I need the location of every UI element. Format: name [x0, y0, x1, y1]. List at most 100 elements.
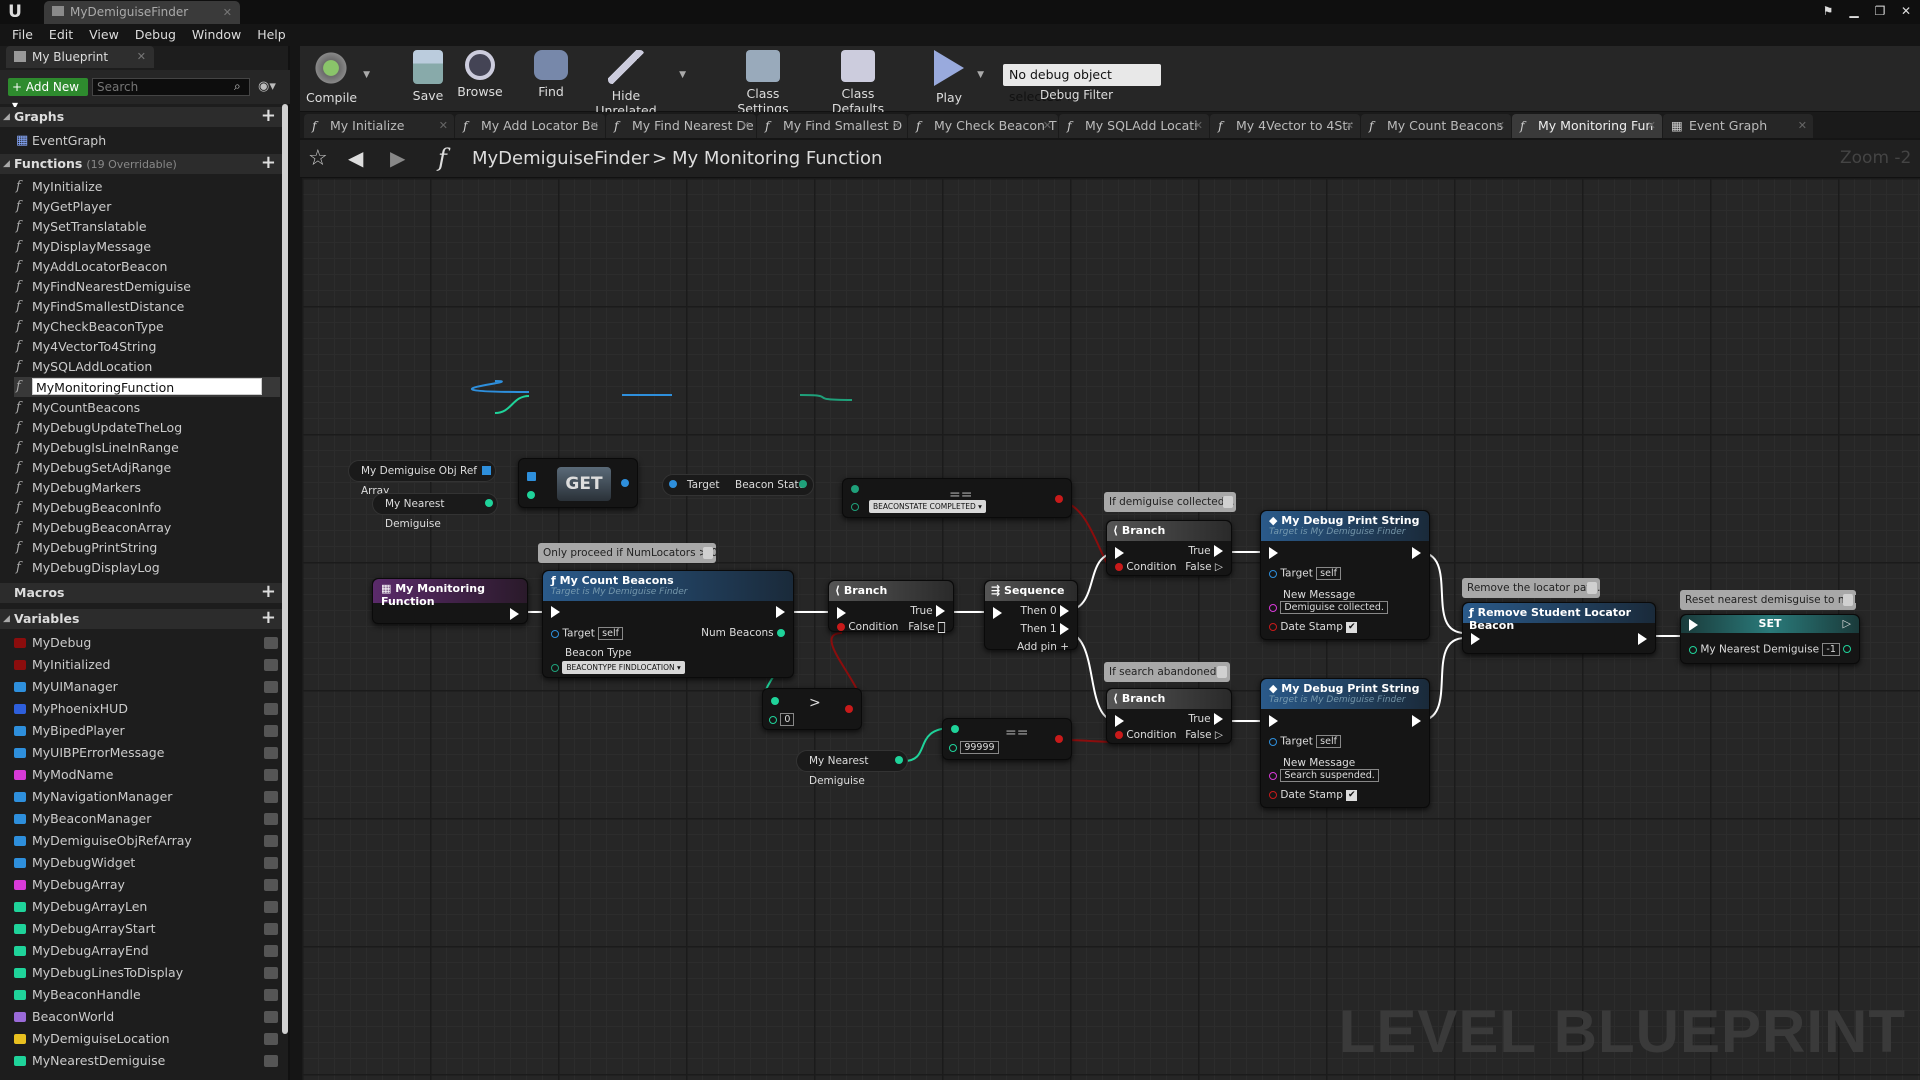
variable-item[interactable]: MyNavigationManager	[12, 786, 284, 808]
panel-scrollbar[interactable]	[282, 104, 288, 1034]
visibility-eye-icon[interactable]	[264, 747, 278, 759]
true-exec-pin[interactable]	[936, 605, 945, 617]
remove-locator-node[interactable]: ƒ Remove Student Locator Beacon	[1462, 602, 1656, 654]
message-pin[interactable]	[1269, 603, 1277, 612]
visibility-eye-icon[interactable]	[264, 967, 278, 979]
event-graph-item[interactable]: ▦ EventGraph	[14, 131, 280, 151]
play-button[interactable]: Play ▼	[928, 50, 984, 110]
close-icon[interactable]: ✕	[439, 114, 448, 138]
comment-bubble[interactable]: If demiguise collected...	[1104, 492, 1236, 512]
close-icon[interactable]: ✕	[223, 1, 232, 24]
then1-pin[interactable]	[1060, 623, 1069, 635]
exec-out-pin[interactable]: ▷	[1843, 617, 1851, 630]
variable-item[interactable]: MyDemiguiseObjRefArray	[12, 830, 284, 852]
then0-pin[interactable]	[1060, 605, 1069, 617]
visibility-eye-icon[interactable]	[264, 1033, 278, 1045]
comment-pin-icon[interactable]	[1843, 594, 1853, 606]
graph-tab[interactable]: f My Check Beacon T ✕	[908, 114, 1058, 138]
condition-pin[interactable]	[1115, 731, 1123, 739]
variable-item[interactable]: MyUIManager	[12, 676, 284, 698]
visibility-eye-icon[interactable]	[264, 879, 278, 891]
hide-unrelated-button[interactable]: Hide Unrelated ▼	[584, 50, 686, 118]
true-exec-pin[interactable]	[1214, 545, 1223, 557]
array-get-node[interactable]: GET	[518, 458, 638, 508]
function-item[interactable]: f MySetTranslatable	[14, 217, 280, 237]
function-item[interactable]: f My4VectorTo4String	[14, 337, 280, 357]
menu-window[interactable]: Window	[184, 24, 249, 46]
num-beacons-pin[interactable]	[777, 629, 785, 637]
close-icon[interactable]: ✕	[1194, 114, 1203, 138]
close-icon[interactable]: ✕	[892, 114, 901, 138]
add-macro-icon[interactable]: +	[261, 583, 276, 601]
graph-tab[interactable]: ▦ Event Graph ✕	[1663, 114, 1813, 138]
exec-out-pin[interactable]	[1412, 547, 1421, 559]
search-icon[interactable]: ⌕	[234, 79, 248, 93]
graph-tab[interactable]: f My Find Nearest De ✕	[606, 114, 756, 138]
exec-out-pin[interactable]	[1638, 633, 1647, 645]
function-item[interactable]: f MyDebugBeaconArray	[14, 518, 280, 538]
variable-item[interactable]: MyPhoenixHUD	[12, 698, 284, 720]
functions-section-header[interactable]: ◢ Functions (19 Overridable) +	[0, 154, 282, 174]
forward-arrow-icon[interactable]: ▶	[390, 146, 405, 170]
visibility-eye-icon[interactable]	[264, 835, 278, 847]
dropdown-arrow-icon[interactable]: ▼	[679, 70, 686, 80]
beacon-type-pin[interactable]	[551, 663, 559, 672]
true-exec-pin[interactable]	[1214, 713, 1223, 725]
variable-item[interactable]: MyDebug	[12, 632, 284, 654]
function-item[interactable]: f MyInitialize	[14, 177, 280, 197]
branch-node-abandoned[interactable]: ⟨ Branch True Condition False ▷	[1106, 688, 1232, 744]
back-arrow-icon[interactable]: ◀	[348, 146, 363, 170]
variables-section-header[interactable]: ◢ Variables +	[0, 609, 282, 629]
condition-pin[interactable]	[1115, 563, 1123, 571]
graph-tab[interactable]: f My Add Locator Be ✕	[455, 114, 605, 138]
visibility-eye-icon[interactable]	[264, 637, 278, 649]
exec-in-pin[interactable]	[1269, 547, 1278, 559]
function-item[interactable]: f MyMonitoringFunction	[14, 377, 280, 397]
exec-in-pin[interactable]	[551, 606, 560, 618]
dropdown-arrow-icon[interactable]: ▼	[977, 70, 984, 80]
exec-in-pin[interactable]	[993, 607, 1002, 619]
function-item[interactable]: f MyDebugSetAdjRange	[14, 458, 280, 478]
exec-in-pin[interactable]	[1115, 547, 1124, 559]
document-tab[interactable]: MyDemiguiseFinder ✕	[44, 1, 240, 24]
graphs-section-header[interactable]: ◢ Graphs +	[0, 107, 282, 127]
visibility-eye-icon[interactable]	[264, 681, 278, 693]
minus-one-value[interactable]: -1	[1822, 643, 1840, 656]
graph-tab[interactable]: f My Monitoring Fun ✕	[1512, 114, 1662, 138]
date-stamp-pin[interactable]	[1269, 623, 1277, 631]
maximize-icon[interactable]: ❐	[1870, 2, 1890, 20]
class-defaults-button[interactable]: Class Defaults	[816, 50, 900, 116]
target-pin[interactable]	[1269, 569, 1277, 578]
comment-bubble[interactable]: Only proceed if NumLocators > 0...	[538, 543, 716, 563]
b-pin[interactable]	[949, 743, 957, 752]
message-pin[interactable]	[1269, 771, 1277, 780]
exec-out-pin[interactable]	[510, 608, 519, 620]
close-icon[interactable]: ✕	[1798, 114, 1807, 138]
date-stamp-pin[interactable]	[1269, 791, 1277, 799]
breadcrumb-current[interactable]: My Monitoring Function	[672, 148, 882, 169]
visibility-eye-icon[interactable]	[264, 813, 278, 825]
menu-debug[interactable]: Debug	[127, 24, 184, 46]
visibility-eye-icon[interactable]	[264, 989, 278, 1001]
variable-item[interactable]: MyModName	[12, 764, 284, 786]
value-out-pin[interactable]	[1843, 645, 1851, 653]
a-pin[interactable]	[851, 485, 859, 493]
sequence-node[interactable]: ⇶ Sequence Then 0 Then 1 Add pin +	[984, 580, 1078, 653]
target-pin[interactable]	[1269, 737, 1277, 746]
condition-pin[interactable]	[837, 623, 845, 631]
visibility-eye-icon[interactable]	[264, 703, 278, 715]
bool-out-pin[interactable]	[1055, 735, 1063, 743]
array-pin-icon[interactable]	[482, 466, 491, 475]
function-item[interactable]: f MyFindNearestDemiguise	[14, 277, 280, 297]
variable-item[interactable]: MyDebugLinesToDisplay	[12, 962, 284, 984]
search-input[interactable]	[92, 78, 250, 96]
b-pin[interactable]	[851, 503, 859, 511]
variable-item[interactable]: MyNearestDemiguise	[12, 1050, 284, 1072]
graph-tab[interactable]: f My SQLAdd Locati ✕	[1059, 114, 1209, 138]
add-graph-icon[interactable]: +	[261, 107, 276, 125]
exec-in-pin[interactable]	[1269, 715, 1278, 727]
my-blueprint-tab[interactable]: My Blueprint ✕	[6, 46, 154, 68]
close-window-icon[interactable]: ✕	[1896, 2, 1916, 20]
beacon-type-combo[interactable]: BEACONTYPE FINDLOCATION ▾	[562, 661, 685, 674]
branch-node-main[interactable]: ⟨ Branch True Condition False	[828, 580, 954, 633]
